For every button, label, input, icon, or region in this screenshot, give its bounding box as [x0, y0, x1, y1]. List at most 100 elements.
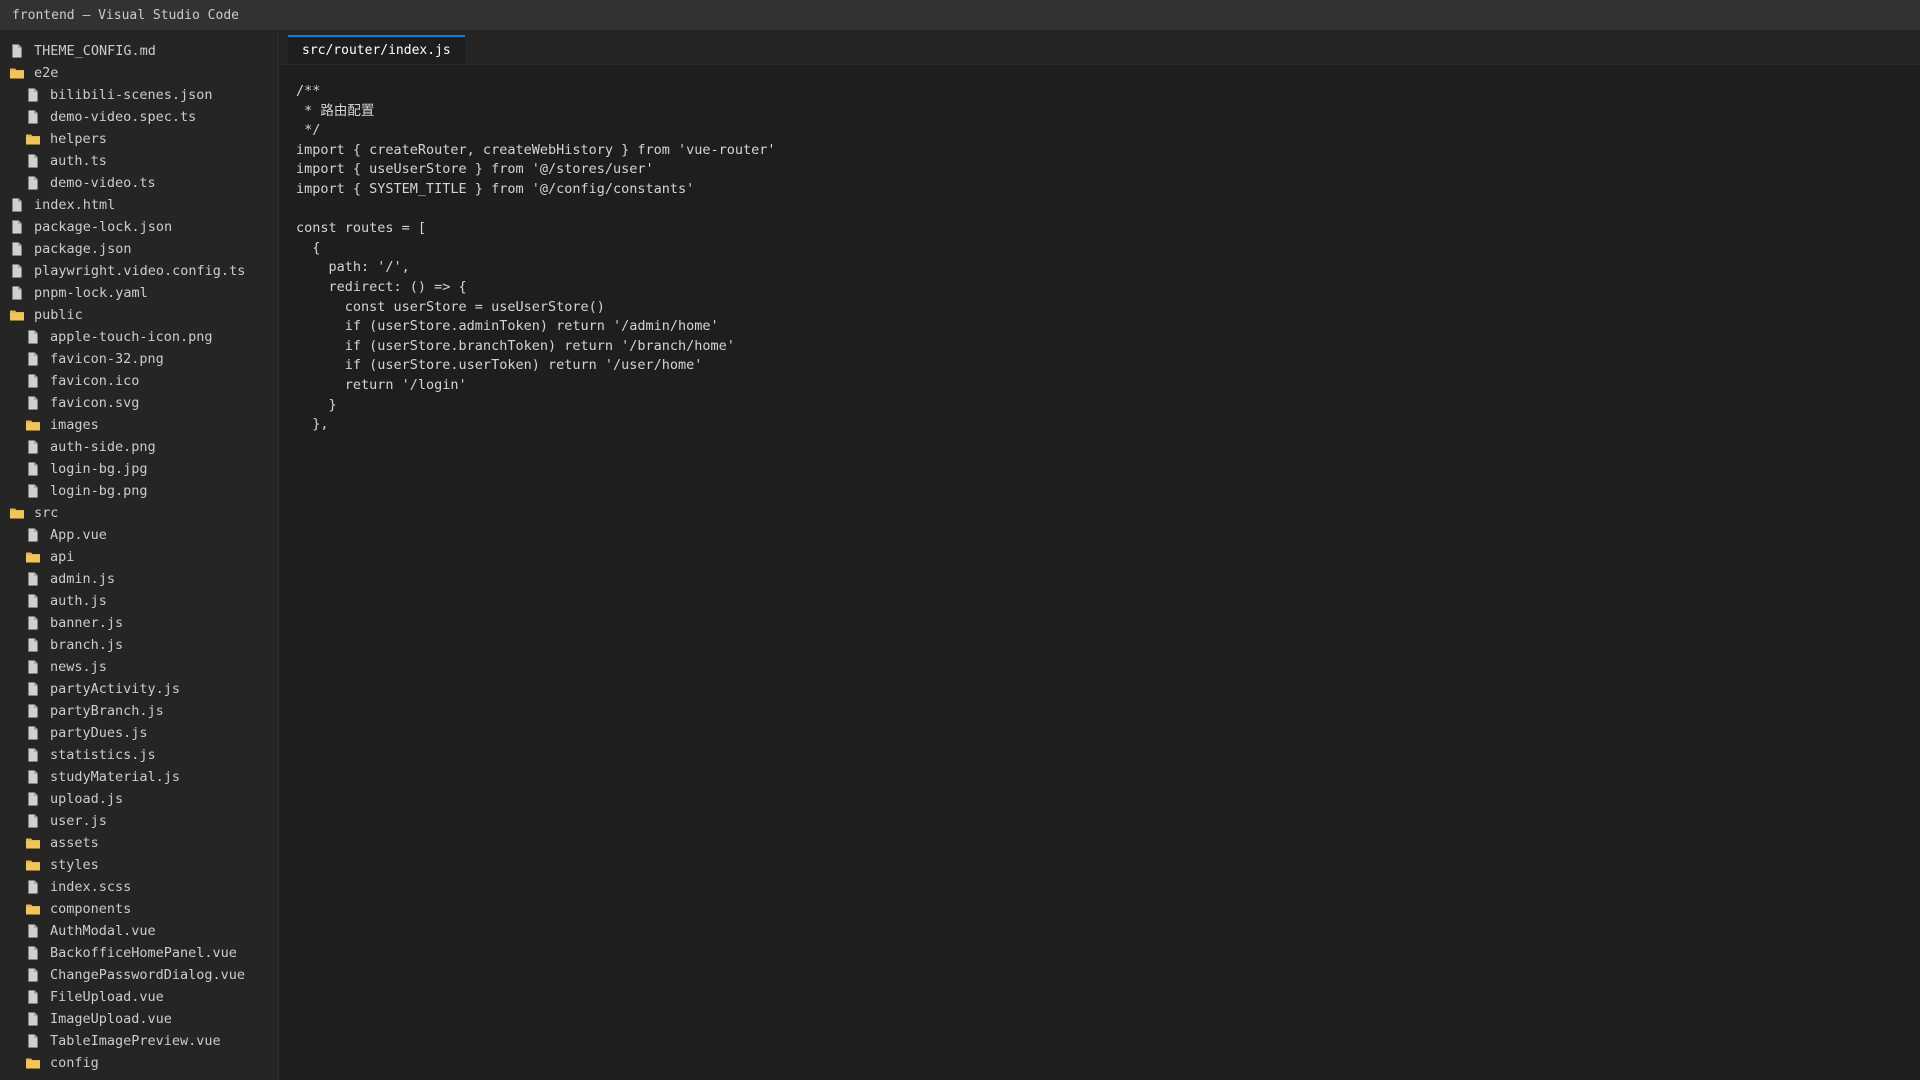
tree-item-label: public	[34, 307, 83, 323]
file-item[interactable]: BackofficeHomePanel.vue	[0, 942, 278, 964]
title-bar: frontend — Visual Studio Code	[0, 0, 1920, 30]
file-icon	[25, 923, 41, 939]
file-item[interactable]: package.json	[0, 238, 278, 260]
folder-icon	[25, 857, 41, 873]
file-icon	[25, 637, 41, 653]
tree-item-label: THEME_CONFIG.md	[34, 43, 156, 59]
window-title: frontend — Visual Studio Code	[12, 7, 239, 23]
folder-item[interactable]: api	[0, 546, 278, 568]
file-item[interactable]: apple-touch-icon.png	[0, 326, 278, 348]
folder-item[interactable]: images	[0, 414, 278, 436]
file-icon	[25, 615, 41, 631]
code-editor[interactable]: /** * 路由配置 */ import { createRouter, crea…	[280, 65, 1920, 435]
file-icon	[9, 43, 25, 59]
file-item[interactable]: banner.js	[0, 612, 278, 634]
file-icon	[9, 219, 25, 235]
file-item[interactable]: login-bg.png	[0, 480, 278, 502]
file-item[interactable]: favicon.svg	[0, 392, 278, 414]
tree-item-label: api	[50, 549, 75, 565]
tree-item-label: index.html	[34, 197, 116, 213]
file-item[interactable]: partyBranch.js	[0, 700, 278, 722]
tree-item-label: statistics.js	[50, 747, 156, 763]
file-item[interactable]: admin.js	[0, 568, 278, 590]
file-item[interactable]: partyActivity.js	[0, 678, 278, 700]
tab-router-index-js[interactable]: src/router/index.js	[288, 35, 465, 64]
file-item[interactable]: auth.js	[0, 590, 278, 612]
file-icon	[25, 879, 41, 895]
file-item[interactable]: package-lock.json	[0, 216, 278, 238]
folder-icon	[9, 505, 25, 521]
file-icon	[25, 967, 41, 983]
file-icon	[25, 527, 41, 543]
file-item[interactable]: auth.ts	[0, 150, 278, 172]
file-item[interactable]: pnpm-lock.yaml	[0, 282, 278, 304]
file-item[interactable]: favicon.ico	[0, 370, 278, 392]
code-line: * 路由配置	[296, 102, 375, 119]
code-line: if (userStore.adminToken) return '/admin…	[296, 318, 719, 335]
file-item[interactable]: news.js	[0, 656, 278, 678]
tree-item-label: src	[34, 505, 59, 521]
file-item[interactable]: demo-video.spec.ts	[0, 106, 278, 128]
folder-item[interactable]: e2e	[0, 62, 278, 84]
file-item[interactable]: TableImagePreview.vue	[0, 1030, 278, 1052]
file-item[interactable]: branch.js	[0, 634, 278, 656]
tree-item-label: helpers	[50, 131, 107, 147]
file-icon	[25, 593, 41, 609]
tree-item-label: studyMaterial.js	[50, 769, 181, 785]
tree-item-label: auth-side.png	[50, 439, 156, 455]
file-item[interactable]: login-bg.jpg	[0, 458, 278, 480]
tree-item-label: package-lock.json	[34, 219, 173, 235]
folder-item[interactable]: helpers	[0, 128, 278, 150]
folder-icon	[25, 549, 41, 565]
file-item[interactable]: auth-side.png	[0, 436, 278, 458]
folder-icon	[9, 307, 25, 323]
folder-item[interactable]: components	[0, 898, 278, 920]
file-icon	[25, 395, 41, 411]
file-item[interactable]: playwright.video.config.ts	[0, 260, 278, 282]
file-item[interactable]: partyDues.js	[0, 722, 278, 744]
file-item[interactable]: THEME_CONFIG.md	[0, 40, 278, 62]
file-item[interactable]: upload.js	[0, 788, 278, 810]
folder-icon	[25, 131, 41, 147]
code-line: import { SYSTEM_TITLE } from '@/config/c…	[296, 180, 695, 197]
code-line: redirect: () => {	[296, 278, 467, 295]
file-item[interactable]: ChangePasswordDialog.vue	[0, 964, 278, 986]
folder-item[interactable]: config	[0, 1052, 278, 1074]
file-icon	[25, 659, 41, 675]
tree-item-label: package.json	[34, 241, 132, 257]
folder-icon	[25, 835, 41, 851]
folder-item[interactable]: styles	[0, 854, 278, 876]
tree-item-label: admin.js	[50, 571, 116, 587]
tree-item-label: user.js	[50, 813, 107, 829]
folder-item[interactable]: assets	[0, 832, 278, 854]
file-item[interactable]: studyMaterial.js	[0, 766, 278, 788]
file-tree: THEME_CONFIG.md e2e bilibili-scenes.json de…	[0, 40, 278, 1074]
tree-item-label: ImageUpload.vue	[50, 1011, 172, 1027]
code-line: return '/login'	[296, 376, 467, 393]
tree-item-label: BackofficeHomePanel.vue	[50, 945, 237, 961]
tree-item-label: branch.js	[50, 637, 124, 653]
folder-item[interactable]: public	[0, 304, 278, 326]
file-item[interactable]: AuthModal.vue	[0, 920, 278, 942]
file-item[interactable]: ImageUpload.vue	[0, 1008, 278, 1030]
folder-item[interactable]: src	[0, 502, 278, 524]
editor-area: src/router/index.js /** * 路由配置 */ import …	[280, 30, 1920, 1080]
code-line: const routes = [	[296, 220, 427, 237]
file-item[interactable]: index.scss	[0, 876, 278, 898]
code-line: }	[296, 396, 337, 413]
file-item[interactable]: App.vue	[0, 524, 278, 546]
folder-icon	[9, 65, 25, 81]
code-line: if (userStore.userToken) return '/user/h…	[296, 357, 703, 374]
file-item[interactable]: FileUpload.vue	[0, 986, 278, 1008]
file-item[interactable]: user.js	[0, 810, 278, 832]
file-item[interactable]: favicon-32.png	[0, 348, 278, 370]
file-icon	[25, 945, 41, 961]
code-line: },	[296, 416, 329, 433]
file-item[interactable]: demo-video.ts	[0, 172, 278, 194]
file-icon	[9, 241, 25, 257]
file-item[interactable]: statistics.js	[0, 744, 278, 766]
file-item[interactable]: index.html	[0, 194, 278, 216]
tree-item-label: ChangePasswordDialog.vue	[50, 967, 246, 983]
file-item[interactable]: bilibili-scenes.json	[0, 84, 278, 106]
